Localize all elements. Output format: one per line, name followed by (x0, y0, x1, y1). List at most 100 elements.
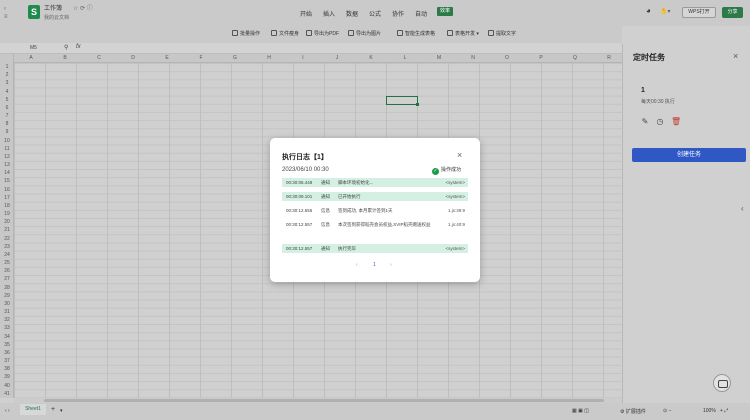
view-icons[interactable]: ▦ ▣ ◫ (572, 408, 589, 414)
edit-icon[interactable]: ✎ (641, 118, 649, 126)
zoom-level[interactable]: 100% (703, 408, 716, 414)
column-header[interactable]: P (524, 54, 558, 63)
row-header[interactable]: 34 (0, 333, 14, 341)
history-icon[interactable]: ◷ (656, 118, 664, 126)
row-header[interactable]: 37 (0, 357, 14, 365)
row-header[interactable]: 36 (0, 349, 14, 357)
row-header[interactable]: 41 (0, 390, 14, 398)
row-header[interactable]: 24 (0, 251, 14, 259)
column-header[interactable]: A (14, 54, 48, 63)
column-header[interactable]: E (150, 54, 184, 63)
column-header[interactable]: R (592, 54, 626, 63)
column-header[interactable]: O (490, 54, 524, 63)
file-slim-button[interactable]: 文件瘦身 (271, 30, 299, 38)
column-header[interactable]: C (82, 54, 116, 63)
row-header[interactable]: 22 (0, 235, 14, 243)
row-header[interactable]: 31 (0, 308, 14, 316)
next-page-icon[interactable]: › (390, 262, 392, 268)
column-header[interactable]: K (354, 54, 388, 63)
row-header[interactable]: 29 (0, 292, 14, 300)
close-icon[interactable]: × (733, 51, 738, 61)
page-number[interactable]: 1 (373, 262, 376, 268)
row-header[interactable]: 33 (0, 324, 14, 332)
avatar[interactable]: ◕ (646, 7, 651, 15)
row-header[interactable]: 39 (0, 373, 14, 381)
tab-data[interactable]: 数据 (346, 9, 358, 18)
document-location[interactable]: 我的云文档 (44, 14, 69, 22)
column-header[interactable]: B (48, 54, 82, 63)
sheet-tab[interactable]: Sheet1 (20, 404, 46, 415)
row-header[interactable]: 40 (0, 382, 14, 390)
row-header[interactable]: 8 (0, 120, 14, 128)
smart-table-button[interactable]: 智能生成表格 (397, 30, 435, 38)
delete-icon[interactable]: 🗑 (671, 118, 681, 126)
row-header[interactable]: 18 (0, 202, 14, 210)
share-button[interactable]: 分享 (722, 7, 743, 18)
row-header[interactable]: 7 (0, 112, 14, 120)
star-icon[interactable]: ☆ ⟳ ⓘ (73, 5, 93, 13)
column-header[interactable]: L (388, 54, 422, 63)
row-header[interactable]: 10 (0, 137, 14, 145)
row-header[interactable]: 35 (0, 341, 14, 349)
table-dev-button[interactable]: 表格开发 ▾ (447, 30, 479, 38)
tab-collaborate[interactable]: 协作 (392, 9, 404, 18)
row-header[interactable]: 15 (0, 177, 14, 185)
tab-insert[interactable]: 插入 (323, 9, 335, 18)
back-icon[interactable]: ‹ (4, 5, 6, 13)
row-header[interactable]: 6 (0, 104, 14, 112)
tab-automation[interactable]: 自动 (415, 9, 427, 18)
row-header[interactable]: 27 (0, 275, 14, 283)
column-header[interactable]: N (456, 54, 490, 63)
extract-text-button[interactable]: 提取文字 (488, 30, 516, 38)
close-icon[interactable]: × (457, 150, 462, 160)
export-image-button[interactable]: 导出为图片 (348, 30, 381, 38)
tab-efficiency[interactable]: 效率 (437, 7, 453, 16)
row-header[interactable]: 12 (0, 153, 14, 161)
open-in-wps-button[interactable]: WPS打开 (682, 7, 716, 18)
add-sheet-button[interactable]: + (51, 406, 55, 413)
document-title[interactable]: 工作簿 (44, 5, 62, 13)
row-header[interactable]: 11 (0, 145, 14, 153)
column-header[interactable]: H (252, 54, 286, 63)
sheet-nav-icon[interactable]: ‹ › (5, 408, 10, 414)
column-header[interactable]: F (184, 54, 218, 63)
extensions-button[interactable]: ⚙ 扩展插件 (620, 408, 646, 415)
create-task-button[interactable]: 创建任务 (632, 148, 746, 162)
row-header[interactable]: 38 (0, 365, 14, 373)
menu-icon[interactable]: ≡ (4, 13, 8, 21)
column-header[interactable]: D (116, 54, 150, 63)
row-header[interactable]: 2 (0, 71, 14, 79)
selected-cell[interactable] (386, 96, 419, 106)
row-header[interactable]: 26 (0, 267, 14, 275)
row-header[interactable]: 14 (0, 169, 14, 177)
hand-icon[interactable]: ✋▾ (660, 8, 670, 16)
row-header[interactable]: 30 (0, 300, 14, 308)
scroll-thumb[interactable] (44, 399, 604, 402)
row-header[interactable]: 3 (0, 79, 14, 87)
column-header[interactable]: G (218, 54, 252, 63)
assistant-robot-icon[interactable] (713, 374, 731, 392)
row-header[interactable]: 9 (0, 128, 14, 136)
row-header[interactable]: 13 (0, 161, 14, 169)
row-header[interactable]: 16 (0, 186, 14, 194)
column-header[interactable]: Q (558, 54, 592, 63)
tab-formula[interactable]: 公式 (369, 9, 381, 18)
row-header[interactable]: 5 (0, 96, 14, 104)
row-header[interactable]: 17 (0, 194, 14, 202)
row-header[interactable]: 23 (0, 243, 14, 251)
row-header[interactable]: 32 (0, 316, 14, 324)
row-header[interactable]: 28 (0, 284, 14, 292)
column-header[interactable]: J (320, 54, 354, 63)
batch-operations-button[interactable]: 批量操作 (232, 30, 260, 38)
prev-page-icon[interactable]: ‹ (356, 262, 358, 268)
row-header[interactable]: 19 (0, 210, 14, 218)
collapse-panel-icon[interactable]: ‹ (741, 204, 744, 213)
row-header[interactable]: 21 (0, 226, 14, 234)
column-header[interactable]: I (286, 54, 320, 63)
zoom-search-icon[interactable]: ⚲ (64, 44, 68, 51)
tab-start[interactable]: 开始 (300, 9, 312, 18)
row-header[interactable]: 20 (0, 218, 14, 226)
export-pdf-button[interactable]: 导出为PDF (306, 30, 339, 38)
row-header[interactable]: 25 (0, 259, 14, 267)
row-header[interactable]: 4 (0, 88, 14, 96)
